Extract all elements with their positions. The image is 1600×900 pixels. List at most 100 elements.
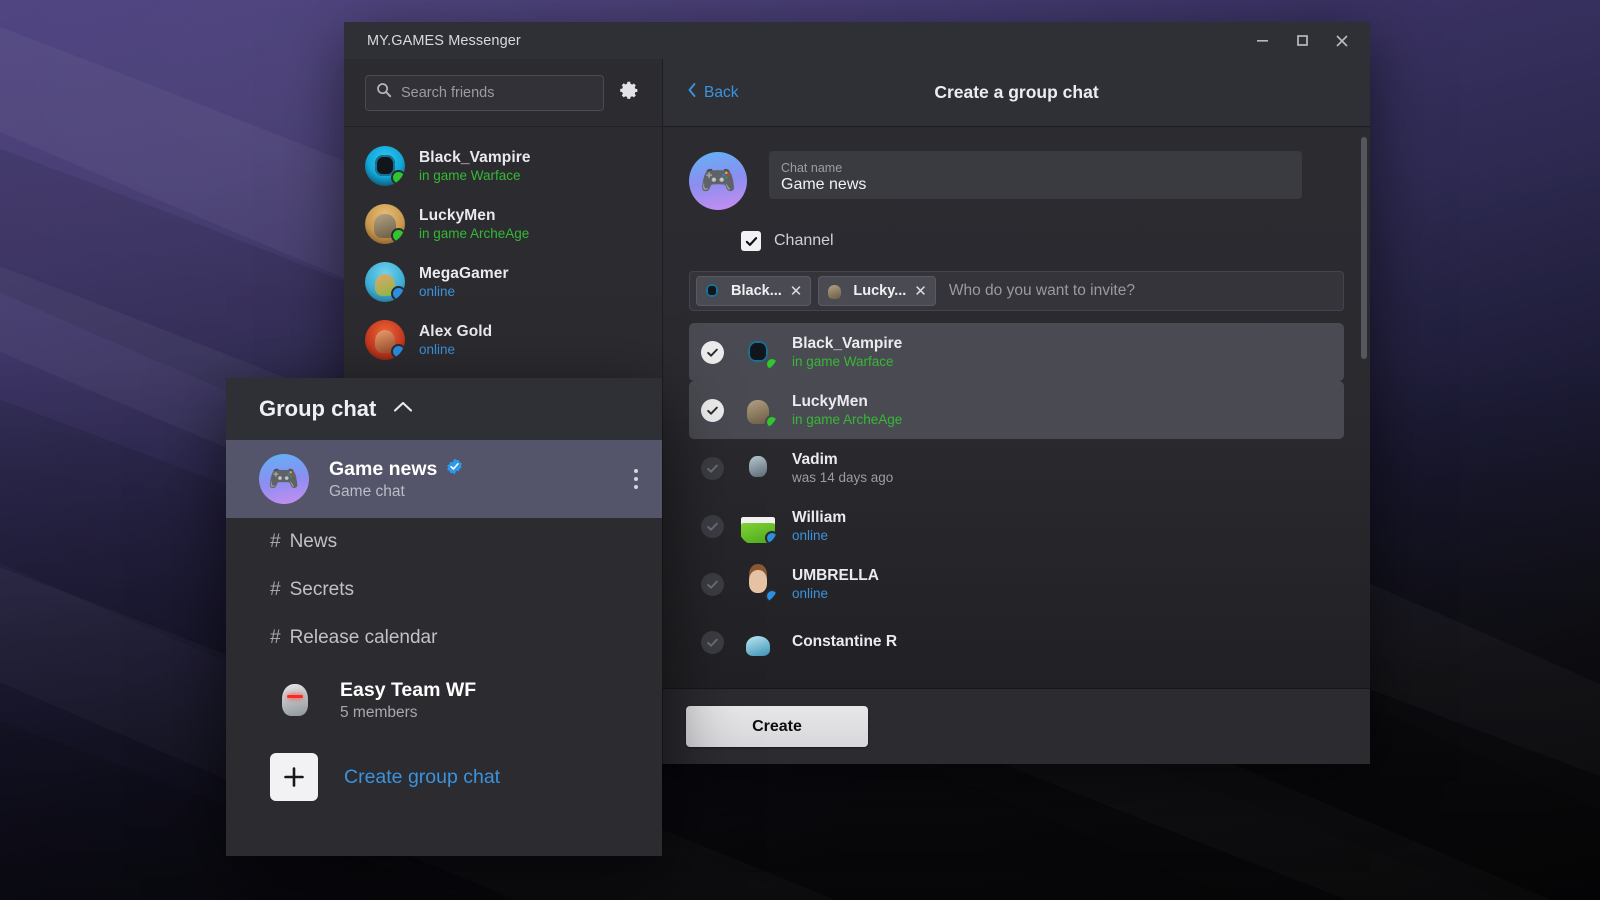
group-subtitle: Game chat (329, 482, 405, 500)
person-row[interactable]: LuckyMen in game ArcheAge (689, 381, 1344, 439)
presence-dot (765, 531, 778, 545)
avatar (738, 332, 778, 372)
friend-name: Alex Gold (419, 323, 493, 340)
person-status: online (792, 586, 829, 601)
channel-label: Channel (774, 232, 834, 249)
search-icon (376, 82, 392, 103)
person-name: Vadim (792, 451, 838, 468)
select-checkmark-icon[interactable] (701, 572, 724, 596)
pane-header: Back Create a group chat (663, 59, 1370, 127)
gamepad-icon: 🎮 (699, 164, 737, 197)
close-icon[interactable]: ✕ (790, 284, 803, 299)
person-row[interactable]: Constantine R (689, 613, 1344, 671)
plus-icon[interactable] (270, 753, 318, 801)
invite-candidates-list[interactable]: Black_Vampirein game Warface LuckyMen in g… (663, 323, 1370, 671)
friend-row[interactable]: Alex Gold online (344, 311, 662, 369)
chip-label: Black... (731, 283, 782, 299)
person-row[interactable]: UMBRELLA online (689, 555, 1344, 613)
search-input[interactable]: Search friends (365, 74, 604, 111)
window-titlebar[interactable]: MY.GAMES Messenger (344, 22, 1370, 59)
overlay-header[interactable]: Group chat (226, 378, 662, 440)
avatar (822, 279, 846, 303)
hash-icon: # (270, 531, 281, 552)
pane-scroll-area: 🎮 Chat name Game news Channel Black... ✕… (663, 127, 1370, 688)
chat-name-label: Chat name (781, 160, 843, 175)
window-controls (1242, 22, 1362, 59)
person-name: William (792, 509, 847, 526)
select-checkmark-icon[interactable] (701, 340, 724, 364)
search-placeholder: Search friends (401, 84, 495, 101)
person-status: in game ArcheAge (792, 412, 903, 427)
group-avatar: 🎮 (259, 454, 309, 504)
overlay-team-row[interactable]: Easy Team WF 5 members (226, 662, 662, 738)
select-checkmark-icon[interactable] (701, 456, 724, 480)
overlay-channel-item[interactable]: # Release calendar (226, 614, 662, 662)
more-vertical-icon[interactable] (634, 469, 642, 489)
overlay-channel-item[interactable]: # News (226, 518, 662, 566)
desktop-wallpaper: MY.GAMES Messenger Search friends Black_… (0, 0, 1600, 900)
sidebar-header: Search friends (344, 59, 662, 127)
person-name: Black_Vampire (792, 335, 903, 352)
channel-label: Release calendar (289, 627, 438, 648)
person-name: LuckyMen (792, 393, 868, 410)
back-button[interactable]: Back (687, 82, 738, 103)
chip-label: Lucky... (853, 283, 907, 299)
channel-checkbox-row[interactable]: Channel (741, 231, 1370, 251)
friend-status: in game ArcheAge (419, 226, 530, 241)
select-checkmark-icon[interactable] (701, 630, 724, 654)
create-button[interactable]: Create (686, 706, 868, 747)
select-checkmark-icon[interactable] (701, 514, 724, 538)
chat-avatar[interactable]: 🎮 (689, 152, 747, 210)
friend-row[interactable]: LuckyMen in game ArcheAge (344, 195, 662, 253)
chevron-up-icon[interactable] (392, 400, 414, 419)
hash-icon: # (270, 627, 281, 648)
pane-title: Create a group chat (934, 82, 1099, 102)
create-group-chat-label: Create group chat (344, 765, 501, 788)
overlay-channel-list[interactable]: # News # Secrets # Release calendar (226, 518, 662, 662)
team-avatar (270, 675, 320, 725)
presence-dot (391, 344, 405, 359)
friend-status: online (419, 284, 456, 299)
person-status: online (792, 528, 829, 543)
avatar (738, 448, 778, 488)
invite-input[interactable]: Black... ✕ Lucky... ✕ Who do you want to inv… (689, 271, 1344, 311)
presence-dot (391, 170, 405, 185)
avatar (365, 262, 405, 302)
person-status: in game Warface (792, 354, 894, 369)
channel-checkbox[interactable] (741, 231, 761, 251)
person-row[interactable]: William online (689, 497, 1344, 555)
pane-scrollbar[interactable] (1361, 137, 1367, 688)
friend-row[interactable]: MegaGamer online (344, 253, 662, 311)
select-checkmark-icon[interactable] (701, 398, 724, 422)
minimize-button[interactable] (1242, 23, 1282, 59)
group-name: Game news (329, 457, 438, 480)
scrollbar-thumb[interactable] (1361, 137, 1367, 359)
person-row[interactable]: Black_Vampirein game Warface (689, 323, 1344, 381)
close-icon[interactable]: ✕ (914, 284, 927, 299)
avatar (700, 279, 724, 303)
invite-chip[interactable]: Black... ✕ (696, 276, 812, 306)
overlay-selected-chat[interactable]: 🎮 Game news Game chat (226, 440, 662, 518)
overlay-create-group-chat[interactable]: Create group chat (226, 738, 662, 816)
avatar (365, 320, 405, 360)
close-button[interactable] (1322, 23, 1362, 59)
team-name: Easy Team WF (340, 678, 477, 701)
chat-name-input[interactable]: Chat name Game news (769, 151, 1302, 199)
avatar (738, 622, 778, 662)
create-group-pane: Back Create a group chat 🎮 Chat name Gam… (663, 59, 1370, 764)
wallpaper-band (0, 880, 1600, 900)
presence-dot (391, 286, 405, 301)
friend-name: Black_Vampire (419, 149, 531, 166)
settings-button[interactable] (612, 76, 646, 110)
friend-name: LuckyMen (419, 207, 496, 224)
invite-chip[interactable]: Lucky... ✕ (818, 276, 936, 306)
person-row[interactable]: Vadim was 14 days ago (689, 439, 1344, 497)
chat-name-value: Game news (781, 175, 867, 193)
friend-status: online (419, 342, 456, 357)
friend-name: MegaGamer (419, 265, 509, 282)
hash-icon: # (270, 579, 281, 600)
maximize-button[interactable] (1282, 23, 1322, 59)
gear-icon (619, 80, 640, 106)
friend-row[interactable]: Black_Vampire in game Warface (344, 137, 662, 195)
overlay-channel-item[interactable]: # Secrets (226, 566, 662, 614)
